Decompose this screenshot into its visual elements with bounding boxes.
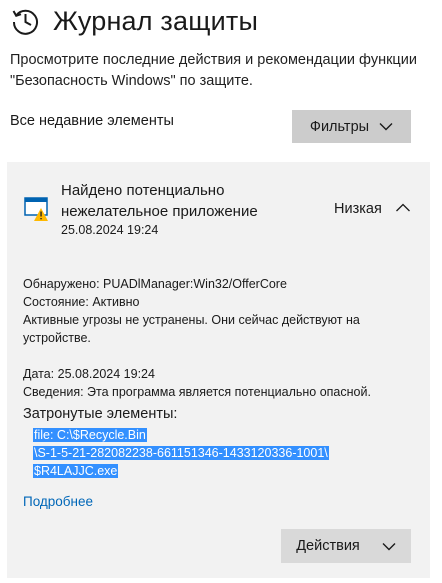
app-warning-icon xyxy=(24,197,48,221)
severity-label: Низкая xyxy=(334,201,382,217)
chevron-down-icon xyxy=(382,542,396,550)
detected-line: Обнаружено: PUADlManager:Win32/OfferCore xyxy=(23,277,287,291)
filters-button-label: Фильтры xyxy=(309,118,370,135)
affected-path-line: file: C:\$Recycle.Bin xyxy=(33,428,147,442)
status-line: Состояние: Активно xyxy=(23,295,140,309)
affected-item-path[interactable]: file: C:\$Recycle.Bin \S-1-5-21-28208223… xyxy=(33,426,363,480)
chevron-down-icon xyxy=(379,123,393,131)
page-description: Просмотрите последние действия и рекомен… xyxy=(10,52,417,89)
date-line: Дата: 25.08.2024 19:24 xyxy=(23,367,155,381)
actions-button[interactable]: Действия xyxy=(281,529,411,563)
chevron-up-icon[interactable] xyxy=(395,200,411,216)
threat-date: 25.08.2024 19:24 xyxy=(61,223,159,237)
protection-history-page: Журнал защиты Просмотрите последние дейс… xyxy=(0,0,442,583)
threat-message: Активные угрозы не устранены. Они сейчас… xyxy=(23,313,360,345)
page-header: Журнал защиты xyxy=(10,6,258,36)
recent-items-label: Все недавние элементы xyxy=(10,113,174,129)
history-clock-icon xyxy=(12,9,38,35)
page-title: Журнал защиты xyxy=(53,6,259,36)
affected-path-line: \S-1-5-21-282082238-661151346-1433120336… xyxy=(33,446,329,460)
actions-button-label: Действия xyxy=(296,538,360,554)
affected-path-line: $R4LAJJC.exe xyxy=(33,464,119,478)
info-line: Сведения: Эта программа является потенци… xyxy=(23,385,371,399)
filters-button[interactable]: Фильтры xyxy=(292,110,411,143)
threat-card: Найдено потенциально нежелательное прило… xyxy=(7,162,430,578)
threat-title[interactable]: Найдено потенциально нежелательное прило… xyxy=(61,180,301,222)
threat-details: Обнаружено: PUADlManager:Win32/OfferCore… xyxy=(23,275,423,401)
affected-items-label: Затронутые элементы: xyxy=(23,406,178,422)
learn-more-link[interactable]: Подробнее xyxy=(23,494,93,509)
